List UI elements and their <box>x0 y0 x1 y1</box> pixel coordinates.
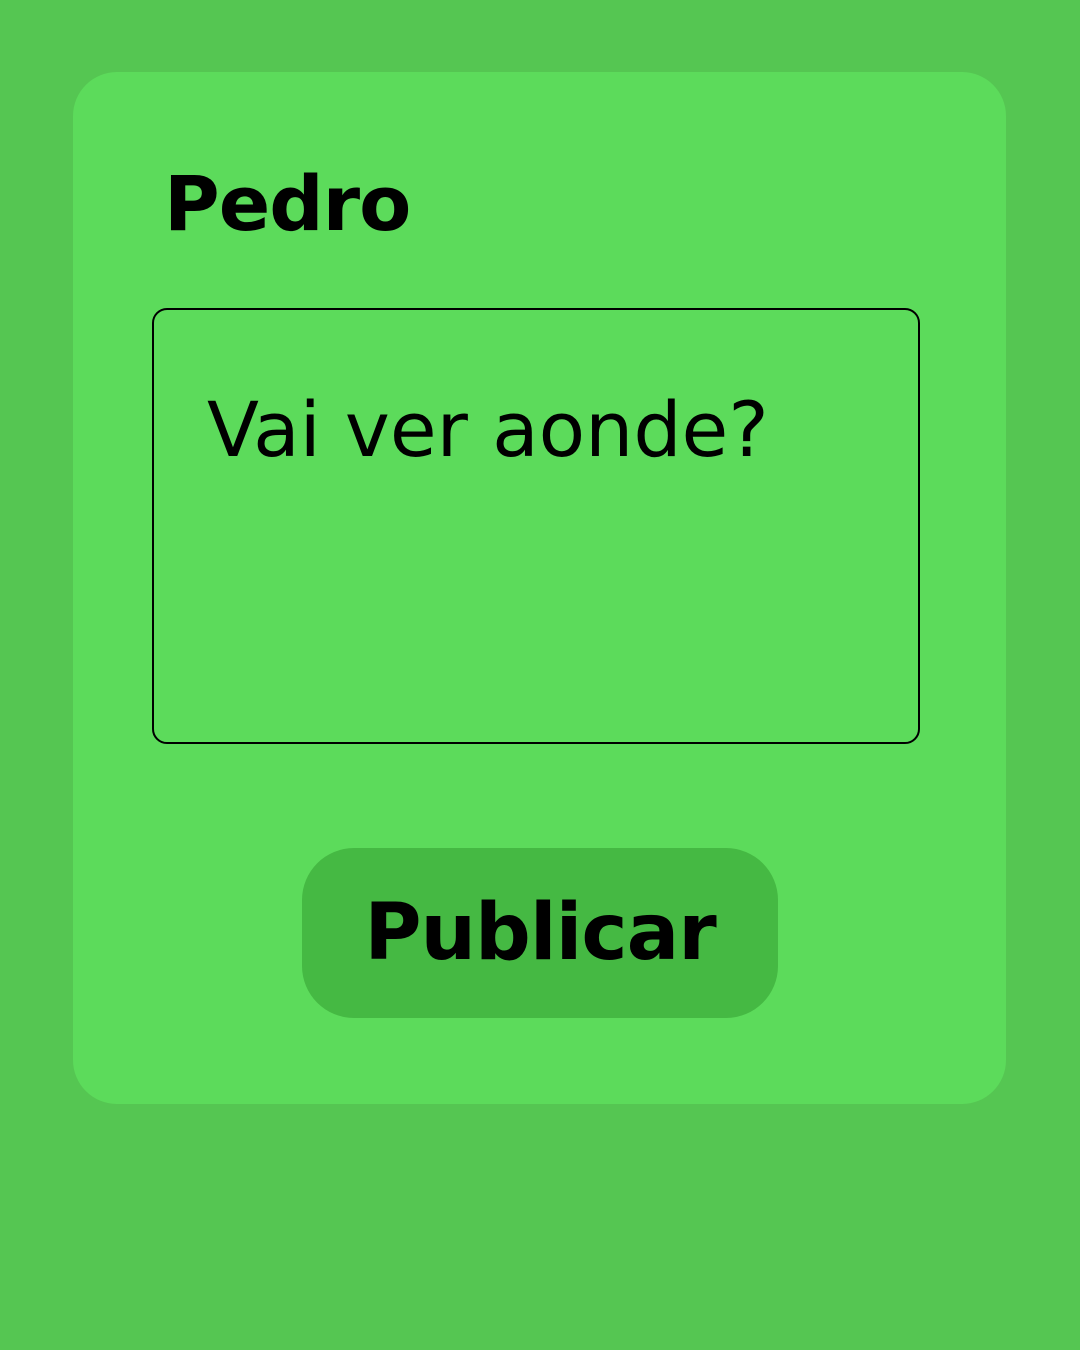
post-composer-card: Pedro Vai ver aonde? Publicar <box>73 72 1006 1104</box>
publish-button[interactable]: Publicar <box>302 848 778 1018</box>
author-name: Pedro <box>164 159 411 248</box>
post-text-box[interactable]: Vai ver aonde? <box>152 308 920 744</box>
publish-button-label: Publicar <box>364 888 716 978</box>
post-text: Vai ver aonde? <box>207 385 769 474</box>
